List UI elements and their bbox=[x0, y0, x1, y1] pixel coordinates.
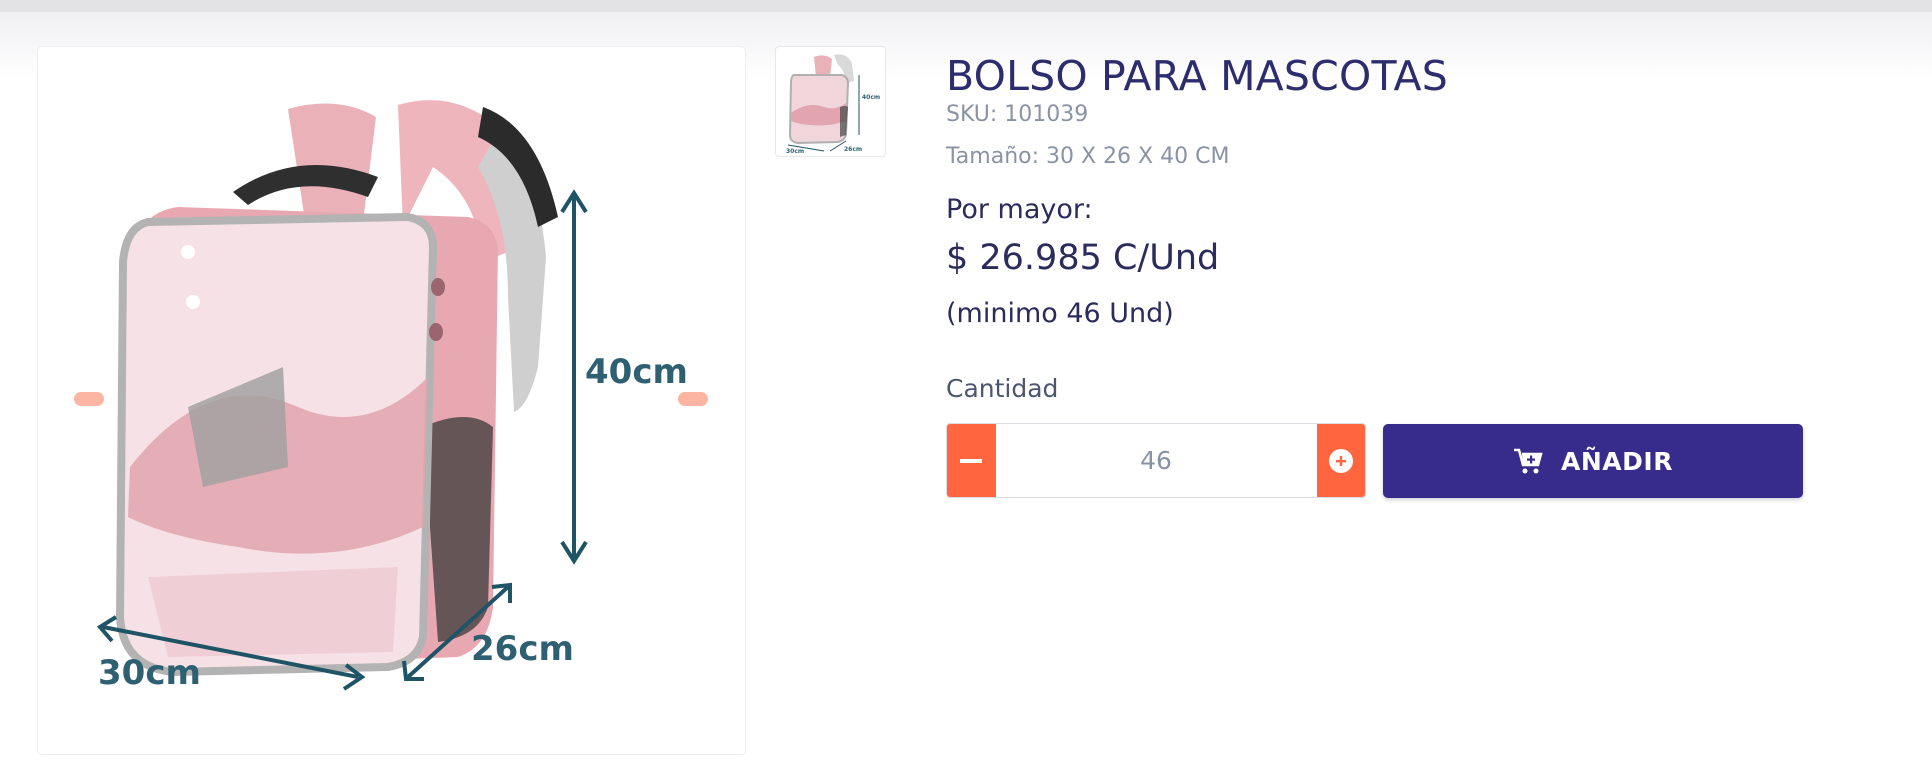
height-arrow bbox=[560, 189, 588, 565]
increase-quantity-button[interactable] bbox=[1316, 424, 1365, 497]
thumbnail-height-label: 40cm bbox=[862, 94, 880, 101]
width-label: 30cm bbox=[98, 653, 201, 693]
quantity-stepper bbox=[946, 423, 1366, 498]
quantity-input[interactable] bbox=[995, 424, 1317, 497]
depth-label: 26cm bbox=[471, 629, 574, 669]
thumbnail-width-label: 30cm bbox=[786, 148, 804, 155]
decrease-quantity-button[interactable] bbox=[947, 424, 996, 497]
wholesale-label: Por mayor: bbox=[946, 194, 1093, 225]
product-main-image[interactable]: 40cm 30cm 26cm bbox=[37, 46, 746, 755]
thumbnail-image: 40cm 30cm 26cm bbox=[786, 54, 880, 155]
product-size: Tamaño: 30 X 26 X 40 CM bbox=[946, 144, 1230, 169]
add-to-cart-label: AÑADIR bbox=[1561, 446, 1673, 476]
vent-hole bbox=[181, 245, 195, 259]
strap-left bbox=[288, 103, 376, 227]
product-price: $ 26.985 C/Und bbox=[946, 238, 1220, 278]
carousel-prev-button[interactable] bbox=[74, 392, 104, 406]
backpack-image: 40cm 30cm 26cm bbox=[96, 100, 688, 693]
product-title: BOLSO PARA MASCOTAS bbox=[946, 52, 1448, 100]
thumbnail-depth-label: 26cm bbox=[844, 146, 862, 153]
vent-hole bbox=[431, 278, 445, 296]
minimum-quantity: (minimo 46 Und) bbox=[946, 298, 1174, 329]
height-label: 40cm bbox=[585, 352, 688, 392]
cart-plus-icon bbox=[1514, 448, 1543, 474]
vent-hole bbox=[186, 295, 200, 309]
minus-icon bbox=[960, 458, 983, 463]
quantity-label: Cantidad bbox=[946, 374, 1059, 403]
vent-hole bbox=[429, 323, 443, 341]
add-to-cart-button[interactable]: AÑADIR bbox=[1383, 424, 1803, 498]
product-thumbnail[interactable]: 40cm 30cm 26cm bbox=[775, 46, 886, 157]
top-bar bbox=[0, 0, 1932, 12]
product-sku: SKU: 101039 bbox=[946, 102, 1089, 127]
plus-circle-icon bbox=[1328, 448, 1353, 473]
carousel-next-button[interactable] bbox=[678, 392, 708, 406]
